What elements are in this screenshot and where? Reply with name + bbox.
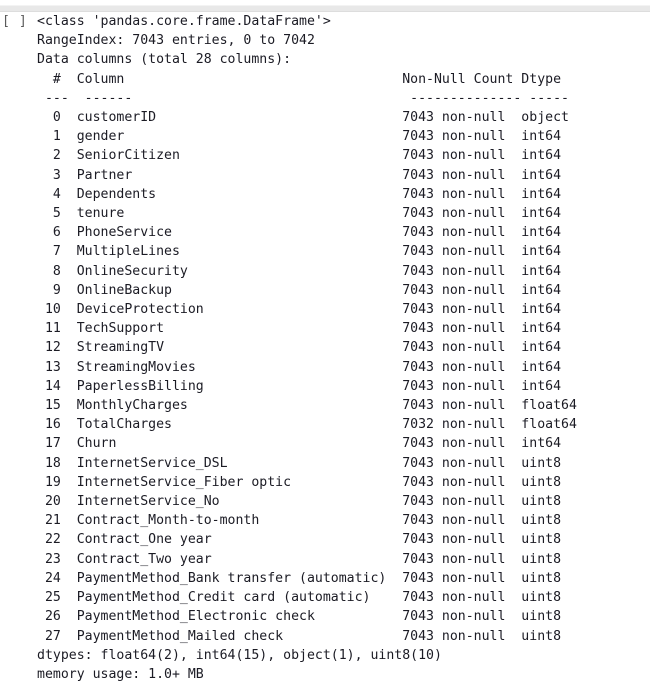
notebook-code-cell[interactable]: [ ] <class 'pandas.core.frame.DataFrame'…: [0, 0, 650, 683]
execution-count-prompt[interactable]: [ ]: [2, 12, 36, 31]
dataframe-info-output: <class 'pandas.core.frame.DataFrame'> Ra…: [37, 14, 577, 682]
cell-output-area: <class 'pandas.core.frame.DataFrame'> Ra…: [37, 12, 650, 684]
cell-top-divider: [0, 5, 650, 12]
